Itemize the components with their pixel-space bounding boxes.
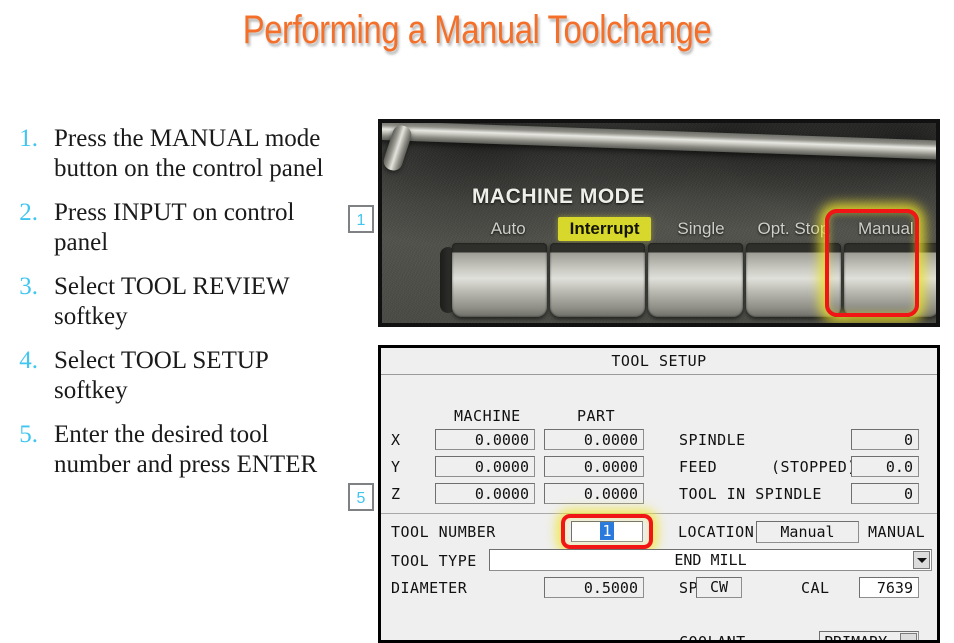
axis-x-machine-value[interactable]: 0.0000 (435, 429, 535, 450)
tool-number-input[interactable]: 1 (571, 521, 643, 542)
list-item: 1. Press the MANUAL mode button on the c… (6, 124, 336, 184)
axis-z-part-value[interactable]: 0.0000 (544, 483, 644, 504)
callout-badge-screen: 5 (348, 483, 374, 511)
tool-number-label: TOOL NUMBER (391, 523, 496, 541)
list-item: 3. Select TOOL REVIEW softkey (6, 272, 336, 332)
list-item-text: Enter the desired tool number and press … (54, 421, 318, 478)
section-divider (381, 513, 937, 514)
coolant-label: COOLANT (679, 633, 746, 643)
coolant-dropdown[interactable]: PRIMARY (819, 631, 919, 643)
list-item: 4. Select TOOL SETUP softkey (6, 346, 336, 406)
button-label-auto: Auto (490, 219, 526, 238)
axis-label-y: Y (391, 458, 401, 476)
tool-type-label: TOOL TYPE (391, 552, 477, 570)
location-label: LOCATION (678, 523, 755, 541)
hardware-button-interrupt[interactable] (550, 243, 645, 317)
tool-type-dropdown[interactable]: END MILL (489, 549, 932, 571)
tool-setup-title: TOOL SETUP (381, 348, 937, 375)
hardware-button-auto[interactable] (452, 243, 547, 317)
control-panel-photo: MACHINE MODE Auto Interrupt Single Opt. … (378, 119, 940, 327)
chevron-down-icon[interactable] (913, 551, 930, 569)
list-item-text: Select TOOL SETUP softkey (54, 347, 268, 404)
location-value[interactable]: Manual (756, 521, 859, 543)
diameter-value[interactable]: 0.5000 (544, 577, 644, 598)
axis-label-z: Z (391, 485, 401, 503)
button-label-interrupt: Interrupt (558, 217, 651, 241)
list-item: 2. Press INPUT on control panel (6, 198, 336, 258)
cal-label: CAL (801, 579, 830, 597)
list-item-text: Select TOOL REVIEW softkey (54, 273, 290, 330)
tool-setup-screen: TOOL SETUP MACHINE PART X 0.0000 0.0000 … (378, 345, 940, 643)
list-item-number: 2. (19, 199, 38, 226)
list-item-text: Press INPUT on control panel (54, 199, 295, 256)
list-item-text: Press the MANUAL mode button on the cont… (54, 125, 324, 182)
status-value-tool-in-spindle[interactable]: 0 (851, 483, 919, 504)
list-item: 5. Enter the desired tool number and pre… (6, 420, 336, 480)
callout-badge-photo: 1 (348, 205, 374, 233)
status-label-spindle: SPINDLE (679, 431, 746, 449)
axis-label-x: X (391, 431, 401, 449)
column-header-part: PART (577, 407, 616, 425)
coolant-value: PRIMARY (824, 633, 888, 643)
axis-y-part-value[interactable]: 0.0000 (544, 456, 644, 477)
list-item-number: 4. (19, 347, 38, 374)
list-item-number: 3. (19, 273, 38, 300)
axis-y-machine-value[interactable]: 0.0000 (435, 456, 535, 477)
column-header-machine: MACHINE (454, 407, 521, 425)
machine-mode-heading: MACHINE MODE (472, 185, 645, 208)
spindle-direction-value[interactable]: CW (696, 577, 742, 598)
status-label-tool-in-spindle: TOOL IN SPINDLE (679, 485, 822, 503)
status-note-feed-stopped: (STOPPED) (771, 458, 857, 476)
tool-number-value: 1 (600, 522, 614, 540)
status-value-spindle[interactable]: 0 (851, 429, 919, 450)
hardware-button-single[interactable] (648, 243, 743, 317)
list-item-number: 1. (19, 125, 38, 152)
status-value-feed[interactable]: 0.0 (851, 456, 919, 477)
manual-button-highlight-annotation (825, 209, 919, 317)
tool-type-value: END MILL (674, 551, 747, 569)
button-label-single: Single (677, 219, 725, 238)
instruction-steps-list: 1. Press the MANUAL mode button on the c… (6, 124, 336, 494)
cal-value[interactable]: 7639 (859, 577, 919, 598)
axis-x-part-value[interactable]: 0.0000 (544, 429, 644, 450)
status-label-feed: FEED (679, 458, 718, 476)
diameter-label: DIAMETER (391, 579, 468, 597)
chevron-down-icon[interactable] (900, 633, 917, 640)
machine-mode-indicator: MANUAL (868, 523, 926, 541)
page-title: Performing a Manual Toolchange (242, 8, 712, 52)
axis-z-machine-value[interactable]: 0.0000 (435, 483, 535, 504)
list-item-number: 5. (19, 421, 38, 448)
